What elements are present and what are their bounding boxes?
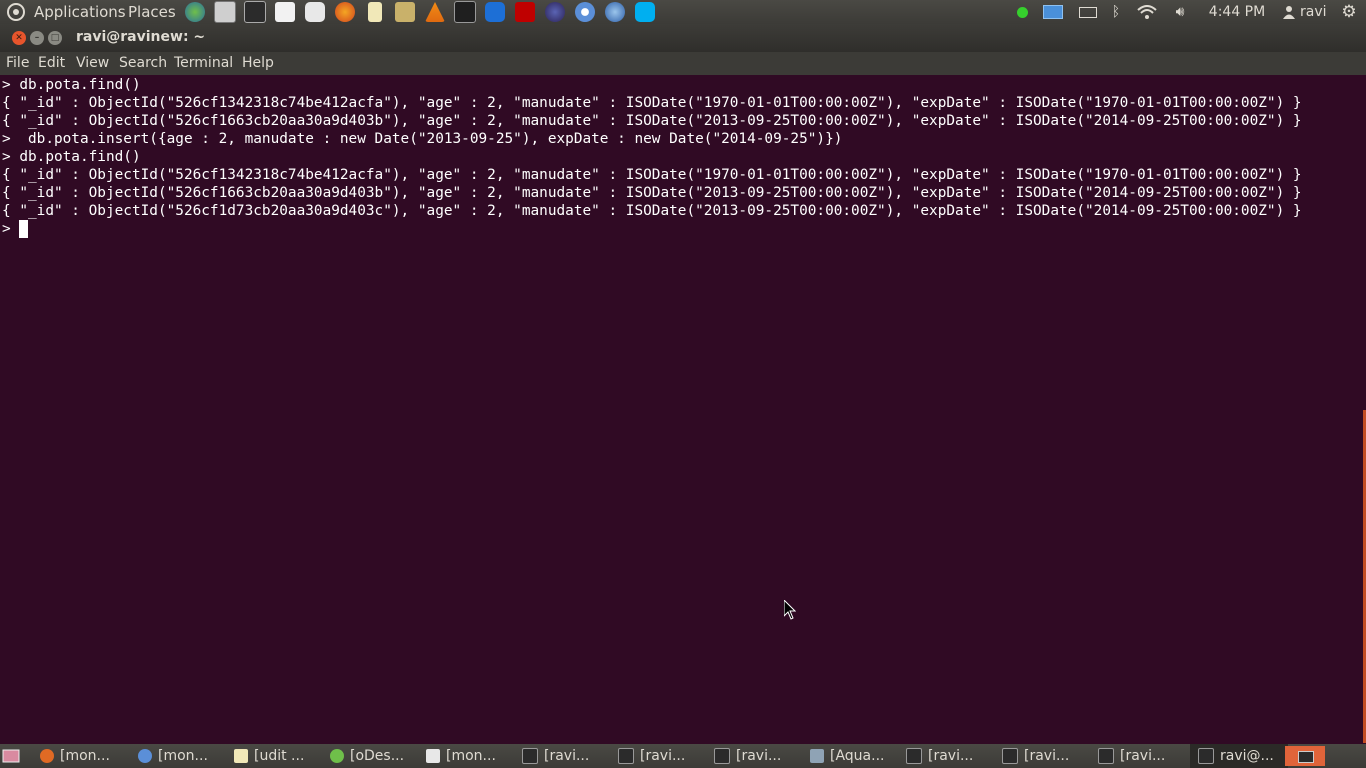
- menu-help[interactable]: Help: [242, 55, 274, 71]
- taskbar-item[interactable]: [ravi...: [906, 744, 973, 768]
- taskbar-item[interactable]: [ravi...: [1002, 744, 1069, 768]
- chromium-icon[interactable]: [570, 0, 600, 24]
- firefox-icon[interactable]: [330, 0, 360, 24]
- menu-bar: File Edit View Search Terminal Help: [0, 52, 1366, 75]
- task-label: [Aqua...: [830, 748, 885, 764]
- terminal-icon: [1002, 748, 1018, 764]
- workspace-switcher[interactable]: [1285, 746, 1325, 766]
- globe-icon: [330, 749, 344, 763]
- skype-icon[interactable]: [630, 0, 660, 24]
- taskbar-item[interactable]: [ravi...: [522, 744, 589, 768]
- gear-icon[interactable]: ⚙: [1338, 0, 1360, 24]
- close-icon[interactable]: ✕: [12, 31, 26, 45]
- menu-file[interactable]: File: [6, 55, 29, 71]
- task-label: [mon...: [60, 748, 110, 764]
- task-label: [ravi...: [736, 748, 782, 764]
- screenshot-icon[interactable]: [210, 0, 240, 24]
- thunderbird-icon[interactable]: [600, 0, 630, 24]
- terminal-icon: [1098, 748, 1114, 764]
- window-title: ravi@ravinew: ~: [76, 29, 206, 45]
- terminal-area[interactable]: > db.pota.find() { "_id" : ObjectId("526…: [0, 75, 1366, 743]
- task-label: [ravi...: [544, 748, 590, 764]
- terminal-icon: [618, 748, 634, 764]
- notes-icon: [234, 749, 248, 763]
- terminal-icon: [1298, 751, 1314, 763]
- teamviewer-icon[interactable]: [480, 0, 510, 24]
- terminal-line: > db.pota.find(): [2, 149, 141, 165]
- database-icon: [810, 749, 824, 763]
- system-monitor-icon[interactable]: [450, 0, 480, 24]
- chat-icon[interactable]: [300, 0, 330, 24]
- user-icon[interactable]: [1280, 0, 1298, 24]
- task-label: [mon...: [446, 748, 496, 764]
- top-panel: Applications Places ᛒ 🔊︎ 4:44 PM ravi ⚙: [0, 0, 1366, 24]
- show-desktop-icon[interactable]: [2, 748, 20, 764]
- terminal-icon: [906, 748, 922, 764]
- taskbar-item[interactable]: [udit ...: [234, 744, 304, 768]
- taskbar-item[interactable]: [Aqua...: [810, 744, 884, 768]
- firefox-icon: [40, 749, 54, 763]
- mouse-pointer-icon: [784, 600, 796, 620]
- taskbar-item[interactable]: [mon...: [138, 744, 208, 768]
- task-label: [mon...: [158, 748, 208, 764]
- status-indicator-icon[interactable]: [1012, 0, 1032, 24]
- menu-view[interactable]: View: [76, 55, 109, 71]
- taskbar-item[interactable]: [ravi...: [618, 744, 685, 768]
- terminal-icon: [714, 748, 730, 764]
- terminal-line: { "_id" : ObjectId("526cf1342318c74be412…: [2, 167, 1302, 183]
- user-name[interactable]: ravi: [1300, 0, 1328, 24]
- window-titlebar[interactable]: ✕ – □ ravi@ravinew: ~: [0, 24, 1366, 52]
- bottom-panel: [mon... [mon... [udit ... [oDes... [mon.…: [0, 744, 1366, 768]
- places-menu[interactable]: Places: [128, 3, 176, 21]
- taskbar-item[interactable]: [mon...: [426, 744, 496, 768]
- filezilla-icon[interactable]: [510, 0, 540, 24]
- text-editor-icon: [426, 749, 440, 763]
- task-label: [ravi...: [640, 748, 686, 764]
- eclipse-icon[interactable]: [540, 0, 570, 24]
- task-label: [udit ...: [254, 748, 305, 764]
- terminal-icon: [1198, 748, 1214, 764]
- notes-icon[interactable]: [360, 0, 390, 24]
- clock[interactable]: 4:44 PM: [1206, 0, 1268, 24]
- mail-icon[interactable]: [1041, 0, 1065, 24]
- menu-edit[interactable]: Edit: [38, 55, 65, 71]
- ubuntu-logo-icon[interactable]: [7, 3, 25, 21]
- terminal-line: > db.pota.find(): [2, 77, 141, 93]
- terminal-icon[interactable]: [240, 0, 270, 24]
- menu-terminal[interactable]: Terminal: [174, 55, 233, 71]
- task-label: [ravi...: [1024, 748, 1070, 764]
- terminal-line: > db.pota.insert({age : 2, manudate : ne…: [2, 131, 843, 147]
- task-label: [ravi...: [1120, 748, 1166, 764]
- taskbar-item[interactable]: [mon...: [40, 744, 110, 768]
- maximize-icon[interactable]: □: [48, 31, 62, 45]
- globe-icon[interactable]: [180, 0, 210, 24]
- volume-icon[interactable]: 🔊︎: [1168, 0, 1192, 24]
- chromium-icon: [138, 749, 152, 763]
- taskbar-item[interactable]: [oDes...: [330, 744, 404, 768]
- menu-search[interactable]: Search: [119, 55, 167, 71]
- launcher-bar: [180, 0, 660, 24]
- text-cursor: [19, 220, 28, 238]
- bluetooth-icon[interactable]: ᛒ: [1106, 0, 1126, 24]
- folder-icon[interactable]: [390, 0, 420, 24]
- minimize-icon[interactable]: –: [30, 31, 44, 45]
- text-editor-icon[interactable]: [270, 0, 300, 24]
- terminal-prompt: >: [2, 221, 20, 237]
- taskbar-item[interactable]: [ravi...: [1098, 744, 1165, 768]
- terminal-line: { "_id" : ObjectId("526cf1342318c74be412…: [2, 95, 1302, 111]
- wifi-icon[interactable]: [1134, 0, 1160, 24]
- terminal-line: { "_id" : ObjectId("526cf1663cb20aa30a9d…: [2, 185, 1302, 201]
- taskbar-item[interactable]: [ravi...: [714, 744, 781, 768]
- applications-menu[interactable]: Applications: [34, 3, 126, 21]
- task-label: [oDes...: [350, 748, 405, 764]
- terminal-line: { "_id" : ObjectId("526cf1663cb20aa30a9d…: [2, 113, 1302, 129]
- task-label: [ravi...: [928, 748, 974, 764]
- battery-icon[interactable]: [1076, 0, 1100, 24]
- terminal-icon: [522, 748, 538, 764]
- vlc-icon[interactable]: [420, 0, 450, 24]
- taskbar-item-active[interactable]: ravi@...: [1190, 744, 1288, 768]
- terminal-line: { "_id" : ObjectId("526cf1d73cb20aa30a9d…: [2, 203, 1302, 219]
- task-label: ravi@...: [1220, 748, 1274, 764]
